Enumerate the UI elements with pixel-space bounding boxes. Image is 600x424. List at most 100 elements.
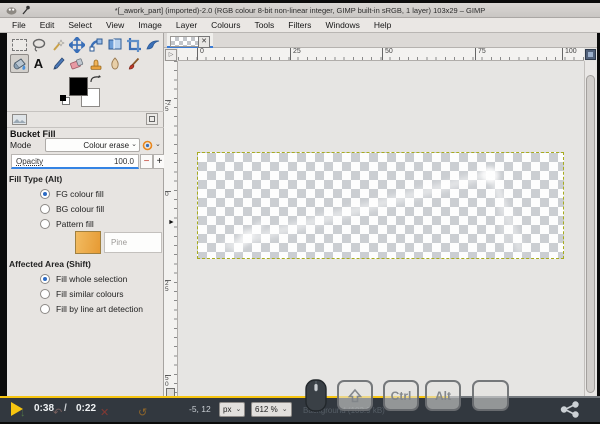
canvas-area: ✕ ▷ 0 25 50 75 100 -25 0 25 50 ► xyxy=(164,33,597,397)
menu-tools[interactable]: Tools xyxy=(248,20,280,30)
affected-whole-label: Fill whole selection xyxy=(56,274,127,284)
h-ruler-75: 75 xyxy=(475,48,486,60)
menu-filters[interactable]: Filters xyxy=(282,20,317,30)
mode-combobox[interactable]: Colour erase ⌄ xyxy=(45,138,140,152)
menu-help[interactable]: Help xyxy=(368,20,397,30)
fg-color-swatch[interactable] xyxy=(69,77,88,96)
menu-select[interactable]: Select xyxy=(62,20,98,30)
toolbox-panel: A Bucket Fill Mode Colour erase ⌄ xyxy=(7,33,164,397)
opacity-slider[interactable]: Opacity 100.0 xyxy=(11,154,139,169)
bucket-fill-tool[interactable] xyxy=(10,54,29,73)
menu-edit[interactable]: Edit xyxy=(34,20,61,30)
time-separator: / xyxy=(64,403,67,414)
opacity-value: 100.0 xyxy=(114,157,134,166)
menu-view[interactable]: View xyxy=(100,20,130,30)
affected-line-art[interactable]: Fill by line art detection xyxy=(40,304,143,314)
radio-icon xyxy=(40,289,50,299)
move-tool[interactable] xyxy=(67,35,86,54)
swap-colors-icon[interactable] xyxy=(89,74,101,85)
move-icon xyxy=(69,37,85,53)
title-bar[interactable]: *[_awork_part] (imported)-2.0 (RGB colou… xyxy=(0,3,600,18)
mode-switch-button[interactable]: ⌄ xyxy=(142,138,162,152)
pattern-swatch[interactable] xyxy=(75,231,101,254)
menu-file[interactable]: File xyxy=(6,20,32,30)
eraser-tool[interactable] xyxy=(67,54,86,73)
rectangle-select-tool[interactable] xyxy=(10,35,29,54)
image-canvas[interactable] xyxy=(197,152,564,259)
opacity-decrease-button[interactable]: − xyxy=(140,154,153,169)
warp-transform-tool[interactable] xyxy=(143,35,162,54)
crop-icon xyxy=(126,37,142,53)
smudge-tool[interactable] xyxy=(105,54,124,73)
text-tool[interactable]: A xyxy=(29,54,48,73)
ink-pen-icon xyxy=(50,56,66,72)
image-tab[interactable]: ✕ xyxy=(167,33,213,48)
dock-title-divider xyxy=(7,127,164,128)
close-icon[interactable]: ✕ xyxy=(198,36,210,48)
play-button[interactable] xyxy=(11,402,23,416)
warp-transform-icon xyxy=(145,37,161,53)
share-icon[interactable] xyxy=(559,401,581,418)
unified-transform-tool[interactable] xyxy=(105,35,124,54)
clone-stamp-icon xyxy=(88,56,104,72)
affected-similar-colours[interactable]: Fill similar colours xyxy=(40,289,124,299)
tool-options-thumb-icon[interactable] xyxy=(12,114,27,125)
fill-type-bg[interactable]: BG colour fill xyxy=(40,204,104,214)
current-time: 0:38 xyxy=(34,403,54,414)
video-progress-played[interactable] xyxy=(0,396,448,398)
paintbrush-tool[interactable] xyxy=(124,54,143,73)
chevron-down-icon: ⌄ xyxy=(235,407,241,413)
ruler-corner-button[interactable]: ▷ xyxy=(165,49,177,61)
ruler-pointer-icon: ► xyxy=(168,219,175,226)
units-dropdown[interactable]: px ⌄ xyxy=(219,402,245,417)
fill-type-fg[interactable]: FG colour fill xyxy=(40,189,104,199)
chevron-down-icon: ⌄ xyxy=(282,407,288,413)
video-duration: 0:22 xyxy=(76,403,96,414)
menu-image[interactable]: Image xyxy=(132,20,168,30)
ink-tool[interactable] xyxy=(48,54,67,73)
menu-windows[interactable]: Windows xyxy=(319,20,365,30)
zoom-fit-toggle-icon[interactable] xyxy=(585,49,596,60)
tool-row-1 xyxy=(10,35,162,54)
erased-ghost-content xyxy=(198,153,563,258)
mode-group-icon xyxy=(142,140,153,151)
affected-whole-selection[interactable]: Fill whole selection xyxy=(40,274,127,284)
fill-type-pattern[interactable]: Pattern fill xyxy=(40,219,94,229)
magic-wand-icon xyxy=(50,37,66,53)
vertical-scrollbar-thumb[interactable] xyxy=(586,75,595,393)
units-value: px xyxy=(223,405,231,414)
v-ruler-25: 25 xyxy=(165,280,171,293)
free-select-tool[interactable] xyxy=(29,35,48,54)
fill-type-fg-label: FG colour fill xyxy=(56,189,104,199)
menu-layer[interactable]: Layer xyxy=(170,20,203,30)
chevron-down-icon: ⌄ xyxy=(131,142,137,148)
image-tab-bar: ✕ xyxy=(164,33,597,48)
crop-tool[interactable] xyxy=(124,35,143,54)
radio-icon xyxy=(40,204,50,214)
rectangle-select-icon xyxy=(12,39,27,51)
radio-selected-icon xyxy=(40,189,50,199)
pattern-name-field[interactable]: Pine xyxy=(104,232,162,253)
zoom-value: 612 % xyxy=(255,405,278,414)
zoom-dropdown[interactable]: 612 % ⌄ xyxy=(251,402,292,417)
pointer-position: -5, 12 xyxy=(189,404,211,414)
window-title: *[_awork_part] (imported)-2.0 (RGB colou… xyxy=(0,6,600,15)
video-progress-remaining[interactable] xyxy=(448,396,600,398)
text-tool-icon: A xyxy=(34,57,43,70)
fuzzy-select-tool[interactable] xyxy=(48,35,67,54)
ghost-delete-icon: ✕ xyxy=(100,406,109,419)
empty-key-cast xyxy=(472,380,509,411)
gimp-window: *[_awork_part] (imported)-2.0 (RGB colou… xyxy=(0,0,600,424)
h-ruler-25: 25 xyxy=(290,48,301,60)
radio-icon xyxy=(40,219,50,229)
clone-tool[interactable] xyxy=(86,54,105,73)
vertical-ruler[interactable]: -25 0 25 50 ► xyxy=(164,61,178,397)
eraser-icon xyxy=(69,56,85,72)
vertical-scrollbar[interactable] xyxy=(584,61,596,397)
horizontal-ruler[interactable]: 0 25 50 75 100 xyxy=(178,48,584,61)
ghost-reset-icon: ↺ xyxy=(138,406,147,419)
default-colors-fg-icon[interactable] xyxy=(60,95,66,101)
handle-transform-tool[interactable] xyxy=(86,35,105,54)
menu-colours[interactable]: Colours xyxy=(205,20,246,30)
dock-menu-button[interactable] xyxy=(146,113,158,125)
